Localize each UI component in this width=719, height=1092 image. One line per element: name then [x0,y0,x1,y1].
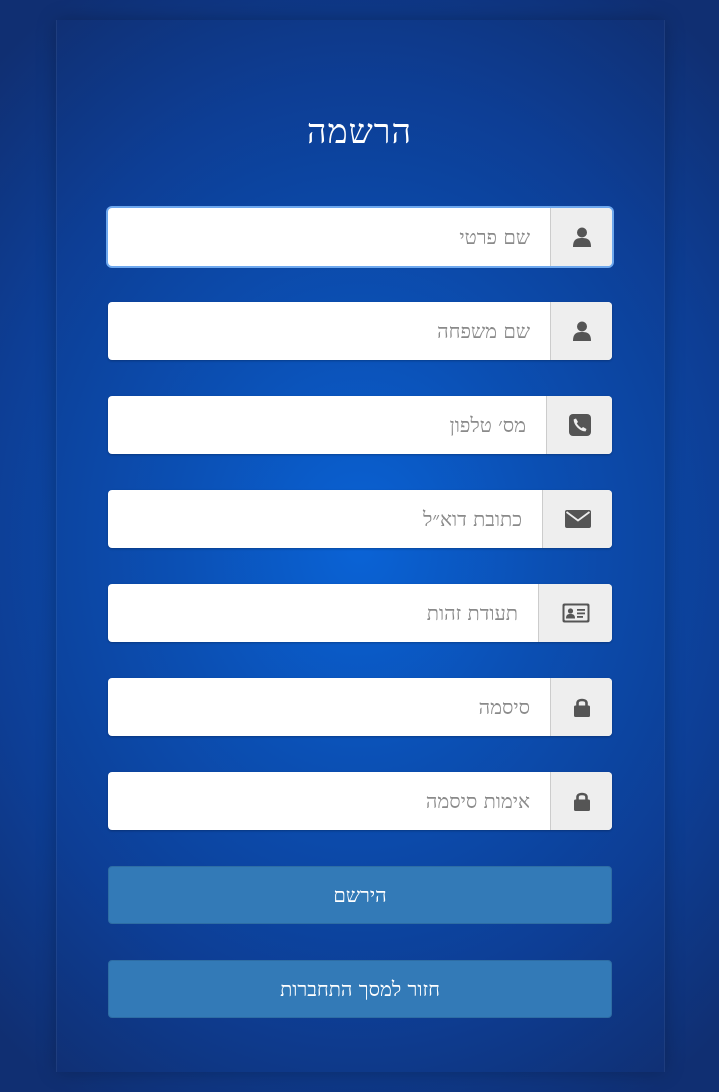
page-title: הרשמה [306,112,413,152]
id-number-field[interactable] [108,584,612,642]
phone-input[interactable] [108,396,546,454]
user-icon [550,302,612,360]
lock-icon [550,678,612,736]
phone-icon [546,396,612,454]
envelope-icon [542,490,612,548]
last-name-field[interactable] [108,302,612,360]
first-name-field[interactable] [108,208,612,266]
email-field[interactable] [108,490,612,548]
password-input[interactable] [108,678,550,736]
first-name-input[interactable] [108,208,550,266]
password-confirm-field[interactable] [108,772,612,830]
password-confirm-input[interactable] [108,772,550,830]
id-card-icon [538,584,612,642]
id-number-input[interactable] [108,584,538,642]
register-button[interactable]: הירשם [108,866,612,924]
lock-icon [550,772,612,830]
user-icon [550,208,612,266]
back-to-login-button[interactable]: חזור למסך התחברות [108,960,612,1018]
password-field[interactable] [108,678,612,736]
phone-field[interactable] [108,396,612,454]
email-input[interactable] [108,490,542,548]
last-name-input[interactable] [108,302,550,360]
